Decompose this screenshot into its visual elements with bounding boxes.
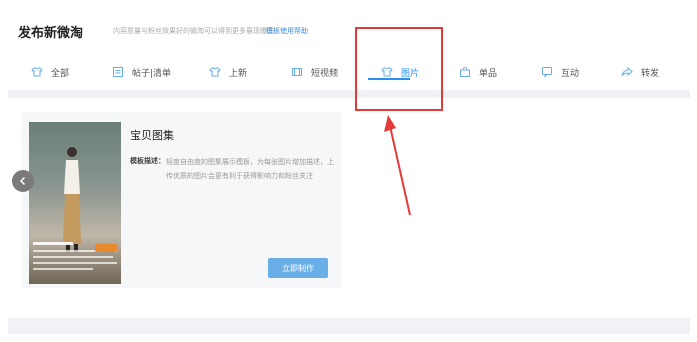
template-desc: 轻度自由度的图集展示模板，为每张图片增加描述，上传优质的图片会更有利于获得影响力…: [166, 158, 334, 180]
page-title: 发布新微淘: [18, 26, 84, 41]
share-icon: [620, 66, 633, 79]
card-title: 宝贝图集: [130, 129, 174, 142]
tab-posts[interactable]: 帖子|清单: [111, 60, 171, 84]
tab-label: 互动: [561, 68, 580, 79]
tab-label: 短视频: [311, 68, 339, 79]
list-icon: [111, 66, 124, 79]
tab-label: 单品: [479, 68, 498, 79]
tab-label: 上新: [229, 68, 248, 79]
annotation-highlight-box: [355, 27, 443, 111]
shirt-icon: [30, 66, 43, 79]
tab-label: 转发: [641, 68, 660, 79]
tab-forward[interactable]: 转发: [620, 60, 659, 84]
template-preview-image: [29, 122, 121, 284]
tab-all[interactable]: 全部: [30, 60, 69, 84]
tab-interact[interactable]: 互动: [540, 60, 579, 84]
carousel-prev-button[interactable]: [12, 170, 34, 192]
page-subtitle: 内容质量与粉丝效果好的微淘可以得到更多展现曝光: [113, 27, 274, 35]
preview-badge: [95, 244, 117, 252]
tab-short-video[interactable]: 短视频: [290, 60, 338, 84]
tab-label: 帖子|清单: [132, 68, 172, 79]
bag-icon: [458, 66, 471, 79]
help-link[interactable]: 模板使用帮助: [266, 26, 308, 36]
chevron-left-icon: [19, 176, 26, 186]
header-panel: 发布新微淘 内容质量与粉丝效果好的微淘可以得到更多展现曝光 模板使用帮助 全部 …: [8, 8, 690, 90]
create-now-button[interactable]: 立即制作: [268, 258, 328, 278]
annotation-arrow: [384, 115, 411, 216]
template-desc-label: 模板描述：: [130, 157, 165, 165]
model-figure: [63, 147, 81, 252]
template-tabs: 全部 帖子|清单 上新 短视频 图片 单品 互动 转发: [8, 60, 690, 90]
shirt-icon: [208, 66, 221, 79]
tab-single-item[interactable]: 单品: [458, 60, 497, 84]
chat-icon: [540, 66, 553, 79]
tab-label: 全部: [51, 68, 70, 79]
tab-new[interactable]: 上新: [208, 60, 247, 84]
video-icon: [290, 66, 303, 79]
